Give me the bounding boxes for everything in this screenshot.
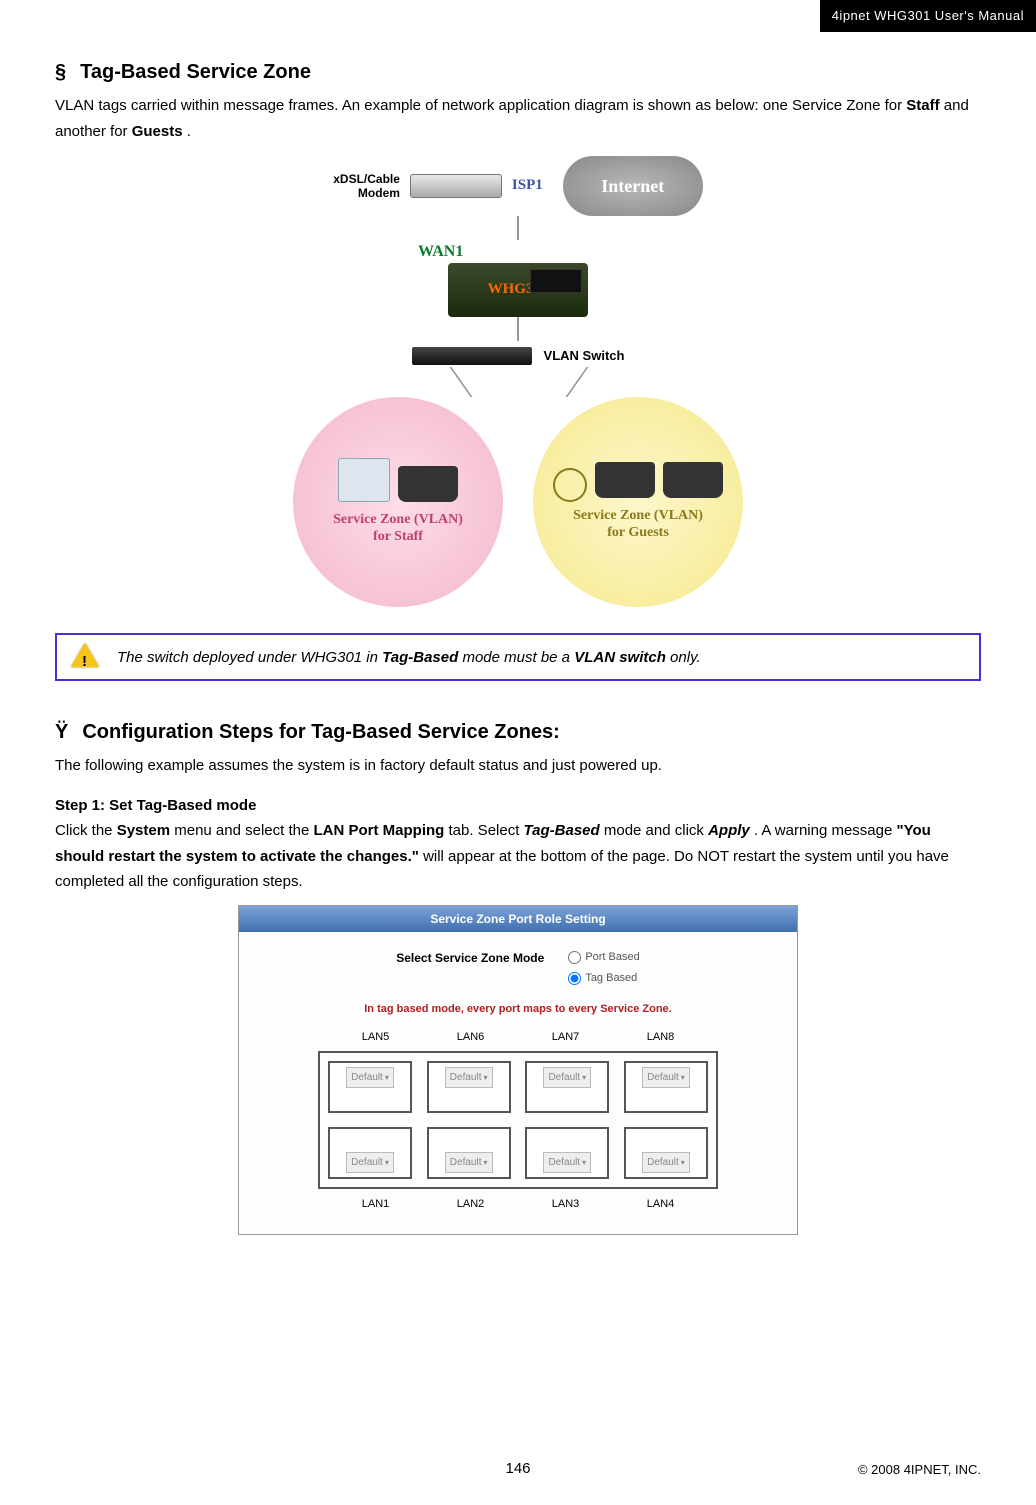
lan-port: Default [427, 1127, 511, 1179]
text: for Guests [607, 525, 669, 540]
text: VLAN switch [574, 649, 666, 666]
section-heading: § Tag-Based Service Zone [55, 55, 981, 89]
modem-label: xDSL/Cable Modem [333, 172, 400, 201]
network-diagram: xDSL/Cable Modem ISP1 Internet WAN1 WHG3… [268, 156, 768, 607]
port-label: LAN5 [362, 1028, 390, 1047]
port-select[interactable]: Default [346, 1067, 394, 1088]
config-screenshot: Service Zone Port Role Setting Select Se… [238, 905, 798, 1235]
intro-paragraph: The following example assumes the system… [55, 753, 981, 779]
internet-cloud-icon: Internet [563, 156, 703, 216]
text: Modem [358, 186, 400, 200]
text: xDSL/Cable [333, 172, 400, 186]
text: . A warning message [754, 822, 897, 839]
guest-zone: Service Zone (VLAN) for Guests [533, 397, 743, 607]
access-point-icon [553, 468, 587, 502]
text: Service Zone (VLAN) [333, 512, 463, 527]
port-label: LAN2 [457, 1195, 485, 1214]
laptop-icon [595, 462, 655, 498]
copyright: © 2008 4IPNET, INC. [858, 1459, 981, 1481]
text: Service Zone (VLAN) [573, 508, 703, 523]
lan-port: Default [624, 1061, 708, 1113]
section-heading: Ÿ Configuration Steps for Tag-Based Serv… [55, 715, 981, 749]
port-select[interactable]: Default [346, 1152, 394, 1173]
port-select[interactable]: Default [445, 1152, 493, 1173]
text: tab. Select [449, 822, 524, 839]
port-label: LAN3 [552, 1195, 580, 1214]
lan-port: Default [624, 1127, 708, 1179]
radio-label: Tag Based [585, 969, 637, 988]
text: Tag-Based [524, 822, 600, 839]
text: Click the [55, 822, 117, 839]
doc-header: 4ipnet WHG301 User's Manual [820, 0, 1036, 32]
port-label: LAN4 [647, 1195, 675, 1214]
text: . [187, 123, 191, 140]
note-text: The switch deployed under WHG301 in Tag-… [117, 645, 701, 671]
section-title: Tag-Based Service Zone [80, 55, 311, 89]
mode-warning-text: In tag based mode, every port maps to ev… [259, 1000, 777, 1019]
device-ports-icon [530, 269, 582, 293]
note-callout: The switch deployed under WHG301 in Tag-… [55, 633, 981, 681]
text: The switch deployed under WHG301 in [117, 649, 382, 666]
laptop-icon [663, 462, 723, 498]
port-select[interactable]: Default [543, 1152, 591, 1173]
connector-lines [373, 367, 663, 397]
page-footer: 146 © 2008 4IPNET, INC. [55, 1459, 981, 1481]
section-title: Configuration Steps for Tag-Based Servic… [82, 715, 559, 749]
vlan-switch-label: VLAN Switch [544, 345, 625, 367]
port-label: LAN8 [647, 1028, 675, 1047]
text: mode must be a [462, 649, 574, 666]
lan-port: Default [525, 1061, 609, 1113]
ports-grid: Default Default Default Default Default … [318, 1051, 718, 1189]
step-heading: Step 1: Set Tag-Based mode [55, 793, 981, 819]
doc-title: 4ipnet WHG301 User's Manual [832, 8, 1024, 23]
vlan-switch-icon [412, 347, 532, 365]
radio-label: Port Based [585, 948, 639, 967]
isp-label: ISP1 [512, 173, 543, 199]
port-select[interactable]: Default [445, 1067, 493, 1088]
lan-port: Default [427, 1061, 511, 1113]
wan-label: WAN1 [418, 238, 463, 265]
port-label: LAN7 [552, 1028, 580, 1047]
text: menu and select the [174, 822, 313, 839]
warning-icon [71, 643, 99, 671]
page-number: 146 [505, 1456, 530, 1482]
lan-port: Default [328, 1127, 412, 1179]
radio-input[interactable] [568, 972, 581, 985]
text: VLAN tags carried within message frames.… [55, 97, 906, 114]
port-label: LAN1 [362, 1195, 390, 1214]
whg301-device-icon: WHG301 [448, 263, 588, 317]
text: LAN Port Mapping [314, 822, 445, 839]
section-bullet-icon: § [55, 55, 66, 89]
connector-line [517, 216, 519, 240]
desktop-icon [338, 458, 390, 502]
port-select[interactable]: Default [642, 1152, 690, 1173]
text: System [117, 822, 170, 839]
modem-icon [410, 174, 502, 198]
staff-zone: Service Zone (VLAN) for Staff [293, 397, 503, 607]
port-select[interactable]: Default [543, 1067, 591, 1088]
step-paragraph: Click the System menu and select the LAN… [55, 818, 981, 895]
text-staff: Staff [906, 97, 939, 114]
radio-tag-based[interactable]: Tag Based [568, 969, 639, 988]
text: Apply [708, 822, 750, 839]
radio-input[interactable] [568, 951, 581, 964]
lan-port: Default [525, 1127, 609, 1179]
section-bullet-icon: Ÿ [55, 715, 68, 749]
port-select[interactable]: Default [642, 1067, 690, 1088]
intro-paragraph: VLAN tags carried within message frames.… [55, 93, 981, 144]
text: mode and click [604, 822, 708, 839]
text: for Staff [373, 529, 423, 544]
lan-port: Default [328, 1061, 412, 1113]
text: Tag-Based [382, 649, 458, 666]
text-guests: Guests [132, 123, 183, 140]
port-label: LAN6 [457, 1028, 485, 1047]
cloud-label: Internet [601, 171, 664, 202]
panel-title: Service Zone Port Role Setting [239, 906, 797, 932]
connector-line [517, 317, 519, 341]
text: only. [670, 649, 701, 666]
radio-port-based[interactable]: Port Based [568, 948, 639, 967]
laptop-icon [398, 466, 458, 502]
mode-label: Select Service Zone Mode [396, 948, 544, 968]
